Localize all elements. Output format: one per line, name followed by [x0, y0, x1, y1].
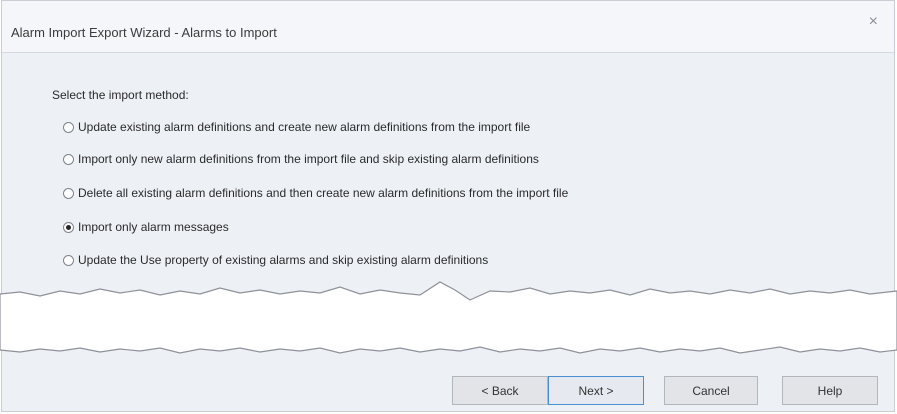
radio-button-checked-icon[interactable]: [63, 221, 74, 233]
dialog-title: Alarm Import Export Wizard - Alarms to I…: [11, 25, 277, 40]
option-label: Update existing alarm definitions and cr…: [78, 120, 531, 134]
option-delete-and-create[interactable]: Delete all existing alarm definitions an…: [63, 184, 568, 202]
option-label: Import only new alarm definitions from t…: [78, 152, 539, 166]
help-button[interactable]: Help: [782, 376, 878, 405]
radio-button-icon[interactable]: [63, 187, 74, 199]
cancel-button[interactable]: Cancel: [664, 376, 758, 405]
import-method-prompt: Select the import method:: [52, 88, 189, 102]
option-import-new-only[interactable]: Import only new alarm definitions from t…: [63, 150, 539, 168]
back-button[interactable]: < Back: [452, 376, 548, 405]
radio-button-icon[interactable]: [63, 121, 74, 133]
next-button[interactable]: Next >: [548, 376, 644, 405]
option-label: Import only alarm messages: [78, 220, 229, 234]
option-label: Delete all existing alarm definitions an…: [78, 186, 569, 200]
option-import-messages-only[interactable]: Import only alarm messages: [63, 218, 229, 236]
torn-paper-divider: [0, 281, 897, 354]
radio-button-icon[interactable]: [63, 153, 74, 165]
close-icon[interactable]: ×: [869, 14, 878, 30]
option-update-and-create[interactable]: Update existing alarm definitions and cr…: [63, 118, 530, 136]
title-bar: Alarm Import Export Wizard - Alarms to I…: [2, 1, 894, 53]
